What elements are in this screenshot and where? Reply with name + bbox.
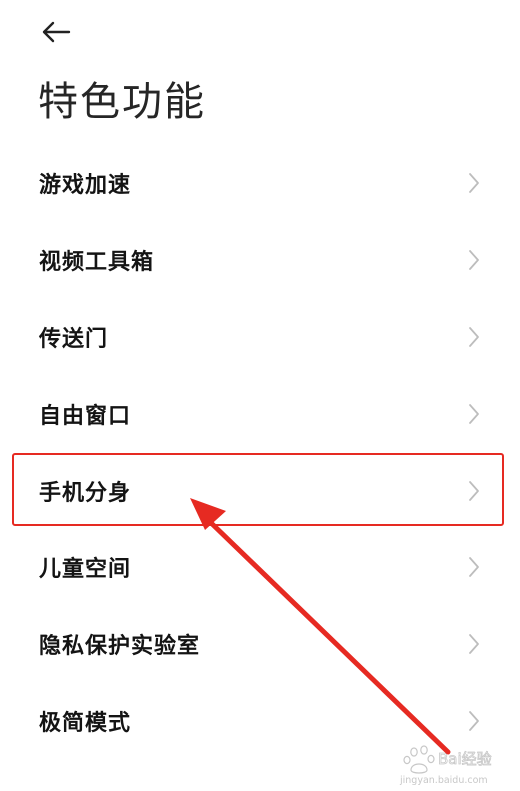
chevron-right-icon [464,479,484,503]
menu-item-privacy-lab[interactable]: 隐私保护实验室 [0,606,520,683]
chevron-right-icon [464,325,484,349]
chevron-right-icon [464,555,484,579]
menu-item-label: 自由窗口 [39,403,132,429]
menu-item-label: 儿童空间 [39,557,132,583]
menu-item-free-window[interactable]: 自由窗口 [0,375,520,452]
chevron-right-icon [464,248,484,272]
page-title: 特色功能 [38,79,206,125]
feature-menu: 游戏加速 视频工具箱 传送门 自由窗口 手机分身 儿童空间 隐私保护实验室 极简… [0,145,520,759]
menu-item-second-space[interactable]: 手机分身 [0,452,520,529]
menu-item-minimal-mode[interactable]: 极简模式 [0,683,520,760]
menu-item-label: 游戏加速 [39,173,132,199]
chevron-right-icon [464,709,484,733]
menu-item-game-acceleration[interactable]: 游戏加速 [0,145,520,222]
chevron-right-icon [464,632,484,656]
menu-item-portal[interactable]: 传送门 [0,299,520,376]
back-button[interactable] [34,12,78,52]
menu-item-label: 视频工具箱 [39,250,155,276]
watermark-url: jingyan.baidu.com [399,775,488,786]
menu-item-video-toolbox[interactable]: 视频工具箱 [0,222,520,299]
chevron-right-icon [464,171,484,195]
menu-item-kids-space[interactable]: 儿童空间 [0,529,520,606]
menu-item-label: 手机分身 [39,480,132,506]
menu-item-label: 隐私保护实验室 [39,634,201,660]
menu-item-label: 传送门 [39,326,109,352]
arrow-left-icon [42,21,71,43]
menu-item-label: 极简模式 [39,710,132,736]
chevron-right-icon [464,402,484,426]
